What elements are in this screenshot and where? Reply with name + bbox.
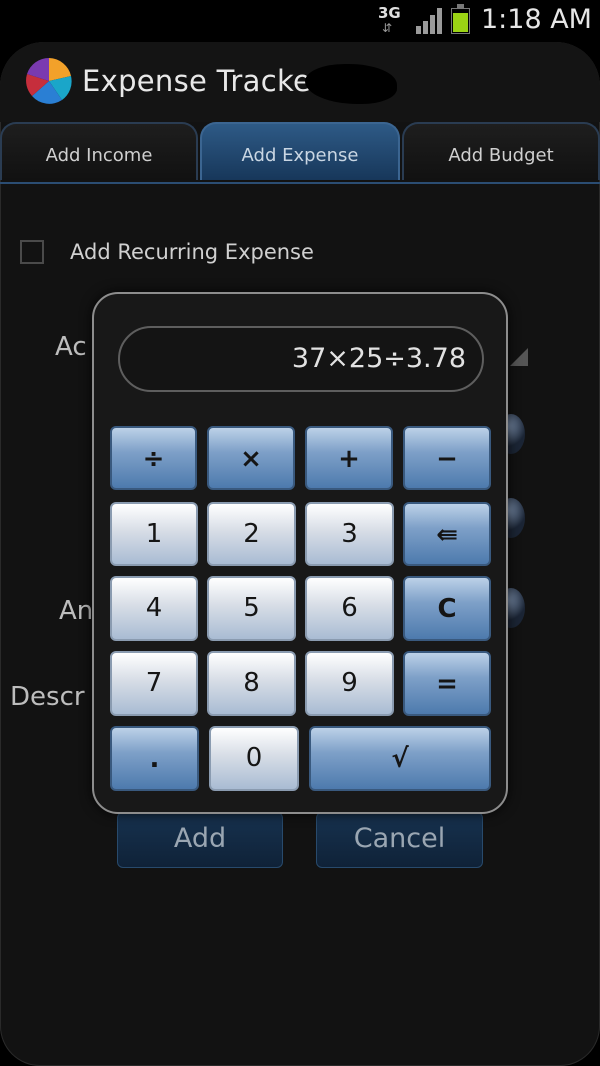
battery-icon bbox=[451, 4, 470, 34]
key-5[interactable]: 5 bbox=[207, 576, 296, 641]
cancel-button[interactable]: Cancel bbox=[316, 812, 483, 868]
calculator-display: 37×25÷3.78 bbox=[118, 326, 484, 392]
account-label: Ac bbox=[55, 332, 87, 362]
key-7[interactable]: 7 bbox=[110, 651, 198, 716]
battery-level bbox=[453, 13, 468, 32]
network-indicator: 3G bbox=[378, 4, 401, 22]
divide-key[interactable]: ÷ bbox=[110, 426, 197, 490]
key-8[interactable]: 8 bbox=[207, 651, 296, 716]
recurring-label: Add Recurring Expense bbox=[70, 240, 314, 264]
tab-add-income[interactable]: Add Income bbox=[0, 122, 198, 180]
tab-bar: Add Income Add Expense Add Budget bbox=[0, 122, 600, 184]
key-0[interactable]: 0 bbox=[209, 726, 299, 791]
add-button[interactable]: Add bbox=[117, 812, 283, 868]
data-activity-icon: ⇵ bbox=[382, 21, 393, 35]
minus-key[interactable]: − bbox=[403, 426, 491, 490]
decimal-key[interactable]: . bbox=[110, 726, 199, 791]
redaction-mark bbox=[305, 64, 397, 104]
signal-icon bbox=[416, 8, 446, 34]
key-3[interactable]: 3 bbox=[305, 502, 394, 566]
key-6[interactable]: 6 bbox=[305, 576, 394, 641]
accept-key[interactable]: √ bbox=[309, 726, 491, 791]
clock: 1:18 AM bbox=[481, 4, 592, 35]
recurring-checkbox[interactable] bbox=[20, 240, 44, 264]
plus-key[interactable]: + bbox=[305, 426, 393, 490]
multiply-key[interactable]: × bbox=[207, 426, 295, 490]
app-title: Expense Tracker bbox=[82, 64, 324, 98]
equals-key[interactable]: = bbox=[403, 651, 491, 716]
action-bar: Expense Tracker bbox=[0, 42, 600, 122]
tab-add-budget[interactable]: Add Budget bbox=[402, 122, 600, 180]
clear-key[interactable]: C bbox=[403, 576, 491, 641]
key-9[interactable]: 9 bbox=[305, 651, 394, 716]
key-2[interactable]: 2 bbox=[207, 502, 296, 566]
description-label: Descr bbox=[10, 682, 85, 712]
key-4[interactable]: 4 bbox=[110, 576, 198, 641]
key-1[interactable]: 1 bbox=[110, 502, 198, 566]
tab-add-expense[interactable]: Add Expense bbox=[200, 122, 400, 180]
app-logo-icon bbox=[26, 57, 72, 104]
spinner-arrow-icon[interactable] bbox=[510, 348, 528, 366]
backspace-key[interactable]: ⇚ bbox=[403, 502, 491, 566]
status-bar: 3G ⇵ 1:18 AM bbox=[0, 0, 600, 40]
amount-label: An bbox=[59, 596, 94, 626]
calculator-dialog: 37×25÷3.78 ÷ × + − 1 2 3 ⇚ 4 5 6 C 7 8 9… bbox=[92, 292, 508, 814]
